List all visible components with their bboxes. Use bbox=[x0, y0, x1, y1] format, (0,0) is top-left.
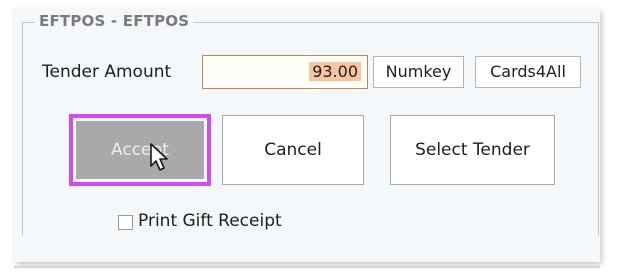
print-gift-receipt-label: Print Gift Receipt bbox=[138, 211, 282, 231]
tender-amount-label: Tender Amount bbox=[42, 62, 172, 82]
select-tender-button[interactable]: Select Tender bbox=[390, 115, 555, 185]
accept-button[interactable]: Accept bbox=[76, 121, 204, 179]
cancel-button[interactable]: Cancel bbox=[222, 115, 364, 185]
panel-bottom-divider bbox=[14, 266, 600, 268]
mouse-pointer-icon bbox=[150, 143, 168, 171]
tender-amount-input[interactable]: 93.00 bbox=[202, 55, 368, 89]
print-gift-receipt-checkbox[interactable] bbox=[118, 215, 133, 230]
tender-amount-value: 93.00 bbox=[309, 62, 361, 81]
cards4all-button[interactable]: Cards4All bbox=[475, 56, 581, 88]
group-title: EFTPOS - EFTPOS bbox=[35, 12, 194, 30]
numkey-button[interactable]: Numkey bbox=[373, 56, 464, 88]
